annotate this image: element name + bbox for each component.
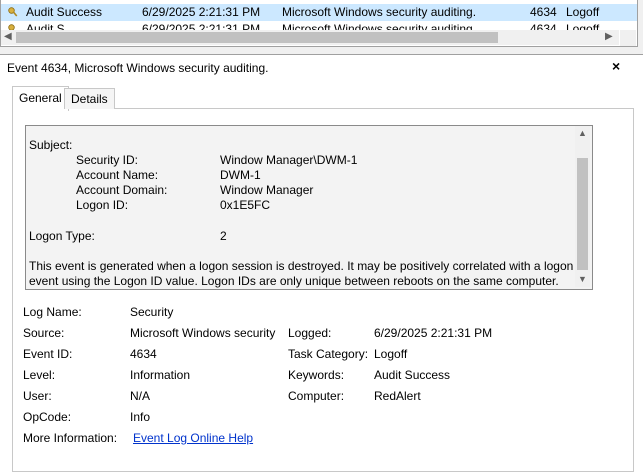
opcode-value: Info [130,410,151,424]
subject-label: Subject: [29,138,73,152]
scroll-down-icon[interactable]: ▼ [578,274,587,284]
scroll-up-icon[interactable]: ▲ [578,128,587,138]
description-line: This event is generated when a logon ses… [29,259,574,273]
event-datetime: 6/29/2025 2:21:31 PM [142,5,261,19]
keywords-value: Audit Success [374,368,451,382]
pane-splitter[interactable] [0,47,643,53]
computer-label: Computer: [288,389,345,403]
event-id: 4634 [530,5,557,19]
security-id-value: Window Manager\DWM-1 [220,153,358,167]
level-label: Level: [23,368,56,382]
event-row[interactable]: Audit Success 6/29/2025 2:21:31 PM Micro… [1,4,637,21]
tab-general[interactable]: General [12,86,69,111]
horizontal-scrollbar[interactable]: ◀ ▶ [1,30,619,45]
event-log-online-help-link[interactable]: Event Log Online Help [133,431,253,445]
scrollbar-thumb[interactable] [16,32,498,43]
task-category-label: Task Category: [288,347,369,361]
scrollbar-thumb[interactable] [577,158,588,270]
key-icon [8,7,18,17]
event-id-label: Event ID: [23,347,73,361]
account-name-label: Account Name: [76,168,159,182]
logon-type-value: 2 [220,229,227,243]
logon-type-label: Logon Type: [29,229,95,243]
scroll-corner [620,30,636,46]
account-domain-value: Window Manager [220,183,314,197]
event-description-box[interactable]: Subject: Security ID: Window Manager\DWM… [25,125,593,290]
logon-id-label: Logon ID: [76,198,129,212]
log-name-label: Log Name: [23,305,82,319]
computer-value: RedAlert [374,389,421,403]
logged-label: Logged: [288,326,332,340]
event-keyword: Audit Success [26,5,103,19]
vertical-scrollbar[interactable]: ▲ ▼ [575,126,590,287]
opcode-label: OpCode: [23,410,72,424]
event-source: Microsoft Windows security auditing. [282,5,477,19]
log-name-value: Security [130,305,174,319]
close-icon[interactable]: × [612,58,620,74]
scroll-right-icon[interactable]: ▶ [605,31,613,42]
event-task: Logoff [566,5,600,19]
event-id-value: 4634 [130,347,157,361]
user-label: User: [23,389,52,403]
more-information-label: More Information: [23,431,118,445]
user-value: N/A [130,389,151,403]
logon-id-value: 0x1E5FC [220,198,271,212]
source-label: Source: [23,326,65,340]
logged-value: 6/29/2025 2:21:31 PM [374,326,493,340]
account-domain-label: Account Domain: [76,183,168,197]
account-name-value: DWM-1 [220,168,261,182]
task-category-value: Logoff [374,347,408,361]
detail-title: Event 4634, Microsoft Windows security a… [7,61,269,75]
security-id-label: Security ID: [76,153,139,167]
source-value: Microsoft Windows security [130,326,276,340]
description-line: event using the Logon ID value. Logon ID… [29,274,559,288]
keywords-label: Keywords: [288,368,345,382]
level-value: Information [130,368,191,382]
tab-details[interactable]: Details [64,88,115,109]
scroll-left-icon[interactable]: ◀ [4,31,12,42]
